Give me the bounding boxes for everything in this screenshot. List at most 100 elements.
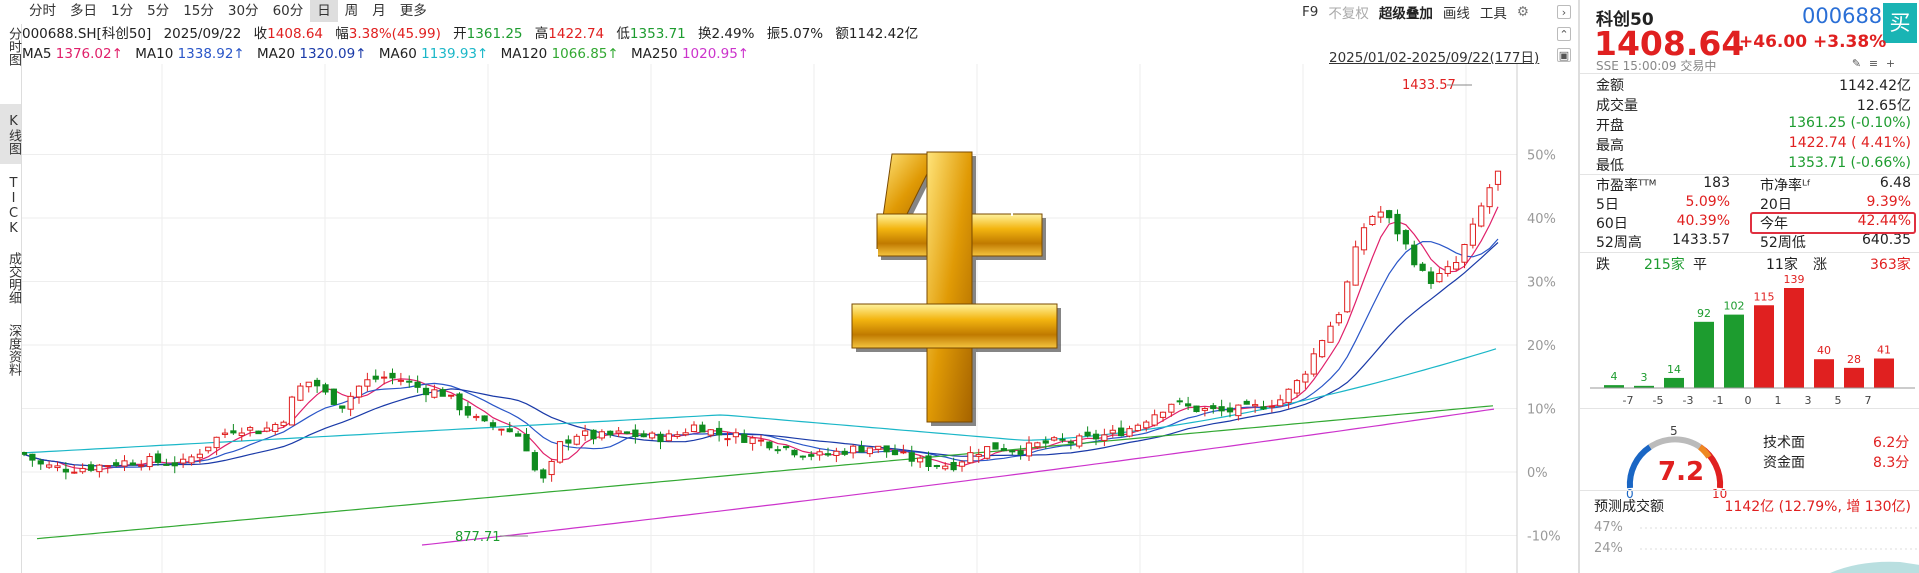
stat-label: 成交量 xyxy=(1596,98,1638,114)
chevron-right-icon[interactable]: › xyxy=(1557,5,1571,19)
tab-timeshare[interactable]: 分时 xyxy=(22,0,63,22)
candlestick xyxy=(808,454,815,457)
candlestick xyxy=(816,451,823,456)
candlestick xyxy=(230,430,237,434)
tab-more[interactable]: 更多 xyxy=(393,0,434,22)
ma10-line xyxy=(23,238,1499,469)
tab-60min[interactable]: 60分 xyxy=(266,0,311,22)
candlestick xyxy=(372,375,379,380)
candlestick xyxy=(858,446,865,453)
add-icon[interactable]: + xyxy=(1884,57,1897,70)
candlestick xyxy=(46,464,53,468)
vtab-tick[interactable]: TICK xyxy=(0,174,21,238)
candlestick xyxy=(766,441,773,449)
close-label: 收 xyxy=(253,26,268,42)
overlay-button[interactable]: 超级叠加 xyxy=(1379,2,1433,22)
candlestick xyxy=(288,396,296,426)
distribution-value: 3 xyxy=(1641,371,1648,384)
candlestick xyxy=(87,464,95,471)
candlestick xyxy=(498,428,505,431)
lock-icon[interactable]: ▣ xyxy=(1557,48,1571,62)
f9-button[interactable]: F9 xyxy=(1302,4,1318,20)
low-label: 低 xyxy=(616,26,630,42)
candlestick xyxy=(448,394,455,397)
candlestick xyxy=(707,429,714,436)
candlestick xyxy=(397,379,404,382)
buy-button[interactable]: 买 xyxy=(1883,3,1917,43)
tab-daily[interactable]: 日 xyxy=(310,0,338,22)
distribution-axis-label: 3 xyxy=(1805,394,1812,407)
vtab-kline[interactable]: K线图 xyxy=(0,104,21,164)
stat-value: 12.65亿 xyxy=(1856,98,1911,114)
valuation-cell: 40.39% xyxy=(1676,213,1730,229)
date-range[interactable]: 2025/01/02-2025/09/22(177日) xyxy=(1329,46,1539,66)
candlestick xyxy=(883,445,890,453)
candlestick xyxy=(1051,437,1058,441)
candlestick xyxy=(272,423,279,432)
tab-5min[interactable]: 5分 xyxy=(140,0,176,22)
candlestick xyxy=(422,387,430,396)
stat-value: 1361.25 (-0.10%) xyxy=(1788,115,1911,131)
distribution-bar xyxy=(1724,314,1744,388)
candlestick xyxy=(690,424,698,433)
quote-date: 2025/09/22 xyxy=(163,26,242,42)
candlestick xyxy=(297,385,304,401)
candlestick xyxy=(774,449,781,452)
distribution-axis-label: 1 xyxy=(1775,394,1782,407)
candlestick xyxy=(146,456,153,468)
candlestick xyxy=(37,460,44,465)
distribution-axis-label: -7 xyxy=(1623,394,1634,407)
fund-label: 资金面 xyxy=(1763,455,1805,471)
candlestick xyxy=(1360,227,1368,251)
tools-button[interactable]: 工具 xyxy=(1480,2,1507,22)
tab-30min[interactable]: 30分 xyxy=(221,0,266,22)
tab-1min[interactable]: 1分 xyxy=(104,0,140,22)
candlestick xyxy=(1302,373,1309,383)
candlestick xyxy=(958,461,966,467)
candlestick xyxy=(615,430,622,434)
candlestick xyxy=(188,456,195,464)
candlestick xyxy=(791,449,798,456)
valuation-cell: 20日 xyxy=(1760,197,1792,213)
quote-panel: 科创50 000688 买 1408.64 +46.00 +3.38% SSE … xyxy=(1578,0,1919,573)
candlestick xyxy=(992,442,999,450)
candlestick xyxy=(305,381,312,388)
turnover-value: 2.49% xyxy=(711,26,755,42)
vtab-depth-data[interactable]: 深度资料 xyxy=(0,318,21,382)
y-axis-tick: -10% xyxy=(1527,530,1561,545)
y-axis-tick: 0% xyxy=(1527,466,1548,481)
distribution-value: 139 xyxy=(1784,273,1805,286)
candlestick xyxy=(171,462,178,467)
vtab-timeshare[interactable]: 分时图 xyxy=(0,24,21,68)
edit-icon[interactable]: ✎ xyxy=(1850,57,1863,70)
candlestick xyxy=(649,432,656,439)
gear-icon[interactable]: ⚙ xyxy=(1517,4,1529,20)
candlestick xyxy=(1402,230,1409,245)
ma250-label: MA250 xyxy=(631,46,678,62)
candlestick xyxy=(582,430,589,436)
tab-weekly[interactable]: 周 xyxy=(338,0,366,22)
valuation-cell: 183 xyxy=(1703,175,1730,191)
ma60-line xyxy=(23,348,1497,454)
vtab-trade-detail[interactable]: 成交明细 xyxy=(0,246,21,310)
valuation-cell: 市盈率ᵀᵀᴹ xyxy=(1596,178,1657,194)
ma20-line xyxy=(23,242,1499,467)
distribution-axis-label: 5 xyxy=(1835,394,1842,407)
tab-multiday[interactable]: 多日 xyxy=(63,0,104,22)
draw-line-button[interactable]: 画线 xyxy=(1443,2,1470,22)
distribution-axis-label: -3 xyxy=(1683,394,1694,407)
tab-15min[interactable]: 15分 xyxy=(176,0,221,22)
stat-value: 1142.42亿 xyxy=(1839,78,1911,94)
index-code[interactable]: 000688 xyxy=(1802,4,1882,28)
valuation-cell: 9.39% xyxy=(1866,194,1911,210)
candlestick xyxy=(280,421,287,427)
tab-monthly[interactable]: 月 xyxy=(365,0,393,22)
high-label: 高 xyxy=(534,26,549,42)
candlestick xyxy=(1042,440,1049,444)
candlestick xyxy=(850,445,857,454)
no-restore-button[interactable]: 不复权 xyxy=(1328,2,1369,22)
kline-chart[interactable]: 50%40%30%20%10%0%-10% 1433.57 877.71 xyxy=(22,64,1578,573)
candlestick xyxy=(163,463,170,466)
menu-icon[interactable]: ≡ xyxy=(1867,57,1880,70)
chevron-up-icon[interactable]: ⌃ xyxy=(1557,27,1571,41)
